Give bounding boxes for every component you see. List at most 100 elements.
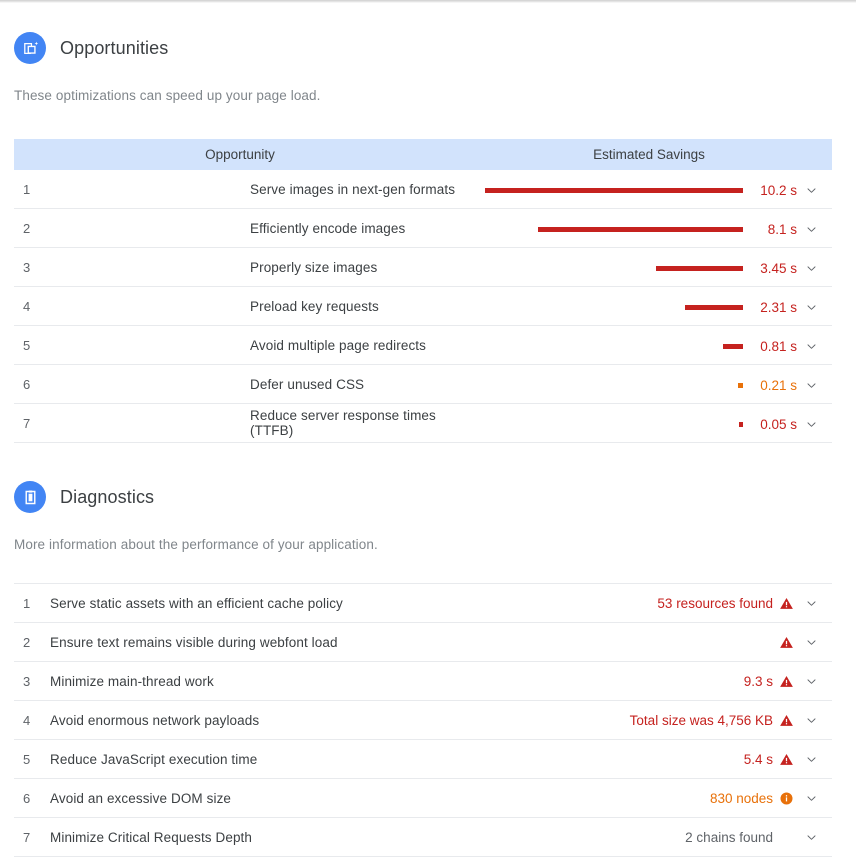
warning-triangle-icon (773, 634, 799, 650)
savings-value: 0.05 s (760, 416, 797, 432)
opportunity-row[interactable]: 3 Properly size images 3.45 s (14, 247, 832, 287)
savings-value: 10.2 s (760, 182, 797, 198)
chevron-down-icon[interactable] (799, 673, 823, 688)
opportunity-row-title[interactable]: Defer unused CSS (240, 364, 466, 404)
opportunity-row-savings: 3.45 s (466, 247, 832, 287)
diagnostics-clipboard-icon (14, 481, 46, 513)
diagnostic-value-text: 9.3 s (743, 673, 773, 689)
warning-triangle-icon (773, 673, 799, 689)
diagnostics-table: 1 Serve static assets with an efficient c… (14, 583, 832, 857)
opportunity-row-number: 6 (14, 364, 240, 404)
opportunity-image-icon (14, 32, 46, 64)
opportunity-row[interactable]: 7 Reduce server response times (TTFB) 0.05… (14, 403, 832, 443)
opportunity-row-title[interactable]: Properly size images (240, 247, 466, 287)
savings-bar (485, 421, 743, 427)
chevron-down-icon[interactable] (799, 300, 823, 315)
opportunity-row[interactable]: 6 Defer unused CSS 0.21 s (14, 364, 832, 404)
diagnostic-row-value: 5.4 s (436, 739, 832, 779)
opportunity-row-savings: 2.31 s (466, 286, 832, 326)
diagnostic-row-number: 7 (14, 817, 40, 857)
chevron-down-icon[interactable] (799, 829, 823, 844)
opportunity-row-savings: 8.1 s (466, 208, 832, 248)
opportunities-table: Opportunity Estimated Savings 1 Serve ima… (14, 139, 832, 443)
savings-value: 0.81 s (760, 338, 797, 354)
opportunity-row-title[interactable]: Efficiently encode images (240, 208, 466, 248)
diagnostic-row[interactable]: 1 Serve static assets with an efficient c… (14, 583, 832, 623)
column-header-opportunity: Opportunity (14, 139, 466, 170)
diagnostic-value-text: Total size was 4,756 KB (629, 712, 773, 728)
opportunities-table-header-row: Opportunity Estimated Savings (14, 139, 832, 170)
chevron-down-icon[interactable] (799, 417, 823, 432)
diagnostic-row-title[interactable]: Ensure text remains visible during webfo… (40, 622, 436, 662)
opportunities-description: These optimizations can speed up your pa… (14, 88, 321, 103)
opportunity-row-savings: 10.2 s (466, 170, 832, 209)
opportunity-row-number: 2 (14, 208, 240, 248)
chevron-down-icon[interactable] (799, 222, 823, 237)
diagnostic-row-title[interactable]: Minimize main-thread work (40, 661, 436, 701)
diagnostic-row[interactable]: 2 Ensure text remains visible during webf… (14, 622, 832, 662)
opportunity-row-number: 1 (14, 170, 240, 209)
warning-triangle-icon (773, 595, 799, 611)
savings-bar (485, 343, 743, 349)
diagnostic-row-value (436, 622, 832, 662)
chevron-down-icon[interactable] (799, 751, 823, 766)
diagnostic-row-number: 3 (14, 661, 40, 701)
lighthouse-report-page: Opportunities These optimizations can sp… (0, 0, 856, 857)
diagnostic-row-number: 6 (14, 778, 40, 818)
diagnostic-value-text: 5.4 s (743, 751, 773, 767)
diagnostic-row[interactable]: 4 Avoid enormous network payloads Total si… (14, 700, 832, 740)
chevron-down-icon[interactable] (799, 339, 823, 354)
opportunity-row-title[interactable]: Avoid multiple page redirects (240, 325, 466, 365)
chevron-down-icon[interactable] (799, 378, 823, 393)
opportunity-row-title[interactable]: Serve images in next-gen formats (240, 170, 466, 209)
diagnostic-row-value: 2 chains found (436, 817, 832, 857)
diagnostic-row-value: 53 resources found (436, 583, 832, 623)
chevron-down-icon[interactable] (799, 790, 823, 805)
savings-value: 3.45 s (760, 260, 797, 276)
diagnostic-row[interactable]: 6 Avoid an excessive DOM size 830 nodes (14, 778, 832, 818)
diagnostic-row-number: 4 (14, 700, 40, 740)
savings-bar (485, 226, 743, 232)
diagnostics-title: Diagnostics (60, 486, 155, 507)
diagnostic-row[interactable]: 5 Reduce JavaScript execution time 5.4 s (14, 739, 832, 779)
chevron-down-icon[interactable] (799, 183, 823, 198)
chevron-down-icon[interactable] (799, 634, 823, 649)
diagnostic-row-value: 9.3 s (436, 661, 832, 701)
chevron-down-icon[interactable] (799, 261, 823, 276)
opportunity-row-title[interactable]: Preload key requests (240, 286, 466, 326)
diagnostic-row[interactable]: 7 Minimize Critical Requests Depth 2 chain… (14, 817, 832, 857)
diagnostic-row-title[interactable]: Avoid enormous network payloads (40, 700, 436, 740)
chevron-down-icon[interactable] (799, 712, 823, 727)
diagnostic-row-title[interactable]: Serve static assets with an efficient ca… (40, 583, 436, 623)
diagnostic-row-number: 2 (14, 622, 40, 662)
opportunity-row[interactable]: 2 Efficiently encode images 8.1 s (14, 208, 832, 248)
opportunity-row[interactable]: 1 Serve images in next-gen formats 10.2 s (14, 170, 832, 209)
savings-bar (485, 187, 743, 193)
column-header-estimated-savings: Estimated Savings (466, 139, 832, 170)
diagnostic-row-title[interactable]: Reduce JavaScript execution time (40, 739, 436, 779)
diagnostic-row-value: 830 nodes (436, 778, 832, 818)
diagnostic-row-title[interactable]: Avoid an excessive DOM size (40, 778, 436, 818)
diagnostic-row-value: Total size was 4,756 KB (436, 700, 832, 740)
opportunity-row-savings: 0.21 s (466, 364, 832, 404)
opportunity-row-title[interactable]: Reduce server response times (TTFB) (240, 403, 466, 443)
savings-value: 2.31 s (760, 299, 797, 315)
opportunities-section-header: Opportunities (14, 30, 842, 66)
diagnostic-row-number: 5 (14, 739, 40, 779)
opportunity-row[interactable]: 5 Avoid multiple page redirects 0.81 s (14, 325, 832, 365)
diagnostic-row[interactable]: 3 Minimize main-thread work 9.3 s (14, 661, 832, 701)
diagnostic-row-number: 1 (14, 583, 40, 623)
diagnostic-value-text: 830 nodes (709, 790, 773, 806)
window-top-edge (0, 0, 856, 3)
savings-bar (485, 382, 743, 388)
diagnostic-value-text: 53 resources found (657, 595, 773, 611)
savings-value: 8.1 s (767, 221, 797, 237)
opportunity-row[interactable]: 4 Preload key requests 2.31 s (14, 286, 832, 326)
diagnostics-section-header: Diagnostics (14, 479, 842, 515)
warning-triangle-icon (773, 712, 799, 728)
diagnostics-description: More information about the performance o… (14, 537, 378, 552)
chevron-down-icon[interactable] (799, 595, 823, 610)
opportunities-title: Opportunities (60, 37, 169, 58)
opportunity-row-number: 3 (14, 247, 240, 287)
diagnostic-row-title[interactable]: Minimize Critical Requests Depth (40, 817, 436, 857)
